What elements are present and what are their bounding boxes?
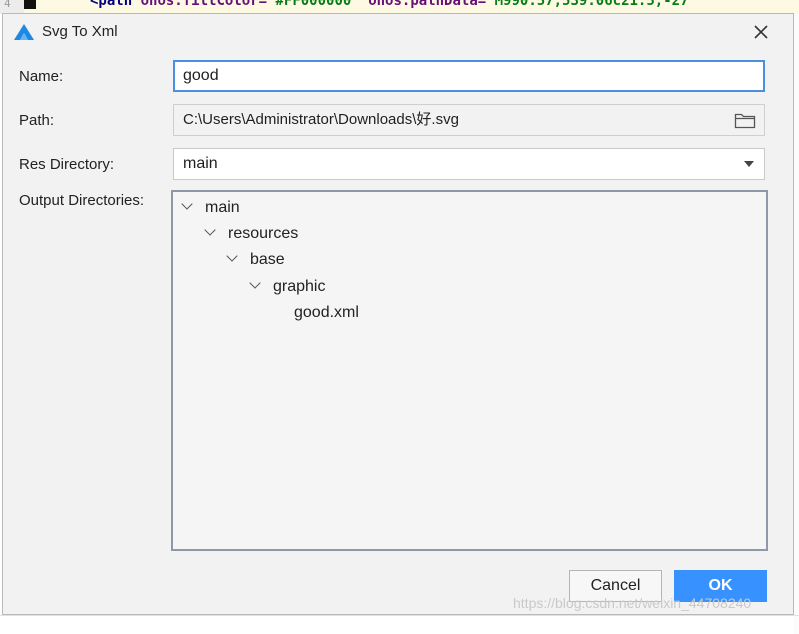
background-right-edge <box>794 14 799 634</box>
tree-item-base[interactable]: base <box>226 248 285 272</box>
path-value: C:\Users\Administrator\Downloads\好.svg <box>183 111 459 128</box>
code-attr-fillcolor: ohos:fillColor= <box>140 0 268 9</box>
chevron-down-icon[interactable] <box>181 198 193 210</box>
output-directories-label: Output Directories: <box>19 192 145 209</box>
code-val-pathdata: "M990.57,539.06c21.5,-27 <box>486 0 689 9</box>
name-field[interactable] <box>173 60 765 92</box>
harmony-logo-icon <box>14 24 34 40</box>
name-input[interactable] <box>183 63 743 89</box>
svg-to-xml-dialog: Svg To Xml Name: Path: C:\Users\Administ… <box>2 13 794 615</box>
editor-caret <box>24 0 36 9</box>
tree-item-resources[interactable]: resources <box>204 222 299 246</box>
chevron-down-icon[interactable] <box>249 277 261 289</box>
editor-code-line: <path ohos:fillColor="#FF000000" ohos:pa… <box>90 0 689 10</box>
tree-item-label: main <box>205 199 240 216</box>
res-directory-label: Res Directory: <box>19 156 115 173</box>
tree-item-label: good.xml <box>294 304 359 321</box>
name-label: Name: <box>19 68 64 85</box>
background-code-editor: 4 <path ohos:fillColor="#FF000000" ohos:… <box>0 0 799 14</box>
close-icon[interactable] <box>749 20 773 44</box>
res-directory-select[interactable]: main <box>173 148 765 180</box>
chevron-down-icon[interactable] <box>204 224 216 236</box>
dialog-title: Svg To Xml <box>42 23 118 40</box>
path-field[interactable]: C:\Users\Administrator\Downloads\好.svg <box>173 104 765 136</box>
output-directories-tree[interactable]: main resources base graphic good.xml <box>171 190 768 551</box>
tree-item-label: graphic <box>273 278 326 295</box>
path-label: Path: <box>19 112 55 129</box>
bottom-divider <box>0 615 799 616</box>
code-tag: <path <box>90 0 133 9</box>
chevron-down-icon[interactable] <box>226 250 238 262</box>
dropdown-arrow-icon[interactable] <box>744 161 754 167</box>
folder-icon[interactable] <box>734 111 756 129</box>
code-attr-pathdata: ohos:pathData= <box>368 0 487 9</box>
code-val-fillcolor: "#FF000000" <box>267 0 360 9</box>
watermark-text: https://blog.csdn.net/weixin_44708240 <box>513 595 752 611</box>
tree-item-main[interactable]: main <box>181 196 240 220</box>
tree-item-label: resources <box>228 225 299 242</box>
tree-item-graphic[interactable]: graphic <box>249 275 326 299</box>
tree-item-good-xml[interactable]: good.xml <box>294 301 359 325</box>
dialog-titlebar: Svg To Xml <box>3 14 793 50</box>
tree-item-label: base <box>250 251 285 268</box>
res-directory-value: main <box>183 155 218 172</box>
editor-line-number: 4 <box>0 0 24 14</box>
